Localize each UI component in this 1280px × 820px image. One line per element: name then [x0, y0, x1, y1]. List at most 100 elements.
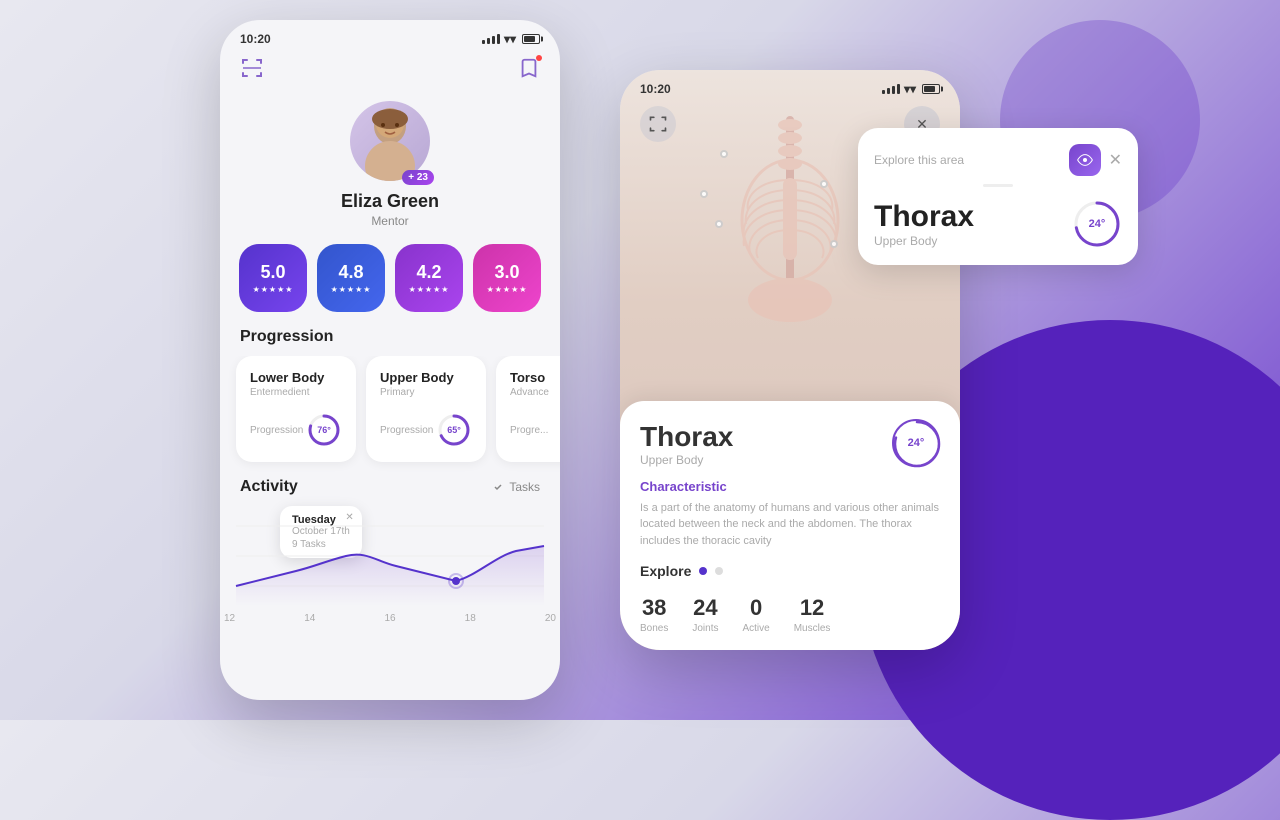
phone-1-header: [220, 52, 560, 93]
rating-stars-1: ★★★★★: [253, 285, 294, 294]
rating-value-2: 4.8: [338, 263, 363, 281]
body-dot-4[interactable]: [820, 180, 828, 188]
chart-label-2: 14: [304, 613, 315, 624]
bookmark-icon[interactable]: [518, 57, 540, 84]
prog-label-1: Progression: [250, 425, 303, 436]
body-dot-5[interactable]: [830, 240, 838, 248]
explore-subtitle: Upper Body: [874, 234, 974, 248]
prog-card-title-2: Upper Body: [380, 370, 472, 385]
stat-joints-label: Joints: [692, 623, 718, 634]
user-role: Mentor: [371, 214, 408, 228]
status-icons-2: ▾▾: [882, 82, 940, 96]
prog-card-level-3: Advance: [510, 387, 560, 398]
chart-label-1: 12: [224, 613, 235, 624]
battery-fill-1: [524, 36, 535, 42]
progression-cards: Lower Body Entermedient Progression 76° …: [220, 356, 560, 478]
prog-card-level-1: Entermedient: [250, 387, 342, 398]
prog-card-footer-3: Progre... 55°: [510, 412, 560, 448]
signal-bar-3: [492, 36, 495, 44]
rating-card-1[interactable]: 5.0 ★★★★★: [239, 244, 307, 312]
explore-card-actions: ✕: [1069, 144, 1122, 176]
s-bar-4: [897, 84, 900, 94]
prog-circle-2: 65°: [436, 412, 472, 448]
characteristic-text: Is a part of the anatomy of humans and v…: [640, 500, 940, 550]
rating-stars-3: ★★★★★: [409, 285, 450, 294]
explore-overlay-card: Explore this area ✕ Thorax Upper Body 24…: [858, 128, 1138, 265]
s-bar-2: [887, 88, 890, 94]
explore-dot-inactive: [715, 567, 723, 575]
signal-bar-4: [497, 34, 500, 44]
explore-title: Thorax: [874, 200, 974, 234]
stat-muscles-label: Muscles: [794, 623, 831, 634]
explore-angle-circle: 24°: [1072, 199, 1122, 249]
battery-icon-1: [522, 34, 540, 44]
explore-section: Explore: [640, 563, 940, 579]
progression-title: Progression: [220, 328, 560, 356]
stat-joints-number: 24: [693, 595, 717, 621]
user-badge: + 23: [402, 170, 434, 185]
prog-label-3: Progre...: [510, 425, 548, 436]
rating-stars-4: ★★★★★: [487, 285, 528, 294]
explore-area-label: Explore this area: [874, 153, 964, 167]
stat-bones: 38 Bones: [640, 595, 668, 634]
chart-label-3: 16: [384, 613, 395, 624]
explore-card-header: Explore this area ✕: [874, 144, 1122, 176]
prog-card-title-1: Lower Body: [250, 370, 342, 385]
explore-card-body: Thorax Upper Body 24°: [874, 199, 1122, 249]
body-dot-3[interactable]: [715, 220, 723, 228]
rating-value-3: 4.2: [416, 263, 441, 281]
explore-card-close[interactable]: ✕: [1109, 150, 1122, 170]
phone-1: 10:20 ▾▾: [220, 20, 560, 700]
body-dot-2[interactable]: [700, 190, 708, 198]
rating-card-2[interactable]: 4.8 ★★★★★: [317, 244, 385, 312]
battery-fill-2: [924, 86, 935, 92]
rating-stars-2: ★★★★★: [331, 285, 372, 294]
rating-cards: 5.0 ★★★★★ 4.8 ★★★★★ 4.2 ★★★★★ 3.0 ★★★★★: [220, 244, 560, 328]
signal-bar-2: [487, 38, 490, 44]
prog-card-lower-body[interactable]: Lower Body Entermedient Progression 76°: [236, 356, 356, 462]
chart-label-5: 20: [545, 613, 556, 624]
battery-icon-2: [922, 84, 940, 94]
chart-area: ✕ Tuesday October 17th 9 Tasks: [220, 506, 560, 606]
stat-joints: 24 Joints: [692, 595, 718, 634]
avatar-section: + 23 Eliza Green Mentor: [220, 93, 560, 244]
card-handle: [983, 184, 1013, 187]
rating-card-3[interactable]: 4.2 ★★★★★: [395, 244, 463, 312]
eye-button[interactable]: [1069, 144, 1101, 176]
prog-card-torso[interactable]: Torso Advance Progre... 55°: [496, 356, 560, 462]
scan-icon[interactable]: [240, 56, 264, 85]
status-bar-2: 10:20 ▾▾: [620, 70, 960, 102]
rating-card-4[interactable]: 3.0 ★★★★★: [473, 244, 541, 312]
s-bar-1: [882, 90, 885, 94]
prog-card-upper-body[interactable]: Upper Body Primary Progression 65°: [366, 356, 486, 462]
prog-value-2: 65°: [447, 425, 461, 435]
status-icons-1: ▾▾: [482, 32, 540, 46]
stats-row: 38 Bones 24 Joints 0 Active 12 Muscles: [640, 595, 940, 634]
tasks-label: Tasks: [493, 480, 540, 494]
rating-value-1: 5.0: [260, 263, 285, 281]
chart-label-4: 18: [465, 613, 476, 624]
prog-circle-1: 76°: [306, 412, 342, 448]
bottom-card: 24° Thorax Upper Body Characteristic Is …: [620, 401, 960, 651]
prog-value-1: 76°: [317, 425, 331, 435]
prog-card-footer-2: Progression 65°: [380, 412, 472, 448]
stat-muscles: 12 Muscles: [794, 595, 831, 634]
body-dot-1[interactable]: [720, 150, 728, 158]
signal-bar-1: [482, 40, 485, 44]
stat-active: 0 Active: [742, 595, 769, 634]
tooltip-close[interactable]: ✕: [345, 512, 353, 523]
avatar-wrapper: + 23: [350, 101, 430, 181]
explore-card-text: Thorax Upper Body: [874, 200, 974, 248]
prog-card-footer-1: Progression 76°: [250, 412, 342, 448]
explore-section-title: Explore: [640, 563, 691, 579]
explore-angle-value: 24°: [1089, 218, 1106, 230]
stat-active-label: Active: [742, 623, 769, 634]
activity-header: Activity Tasks: [220, 478, 560, 506]
scan-icon-2[interactable]: [640, 106, 676, 142]
activity-title: Activity: [240, 478, 298, 496]
bottom-angle-badge: 24°: [892, 419, 940, 467]
rating-value-4: 3.0: [494, 263, 519, 281]
stat-active-number: 0: [750, 595, 762, 621]
wifi-icon-2: ▾▾: [904, 82, 916, 96]
activity-chart: [220, 526, 560, 606]
